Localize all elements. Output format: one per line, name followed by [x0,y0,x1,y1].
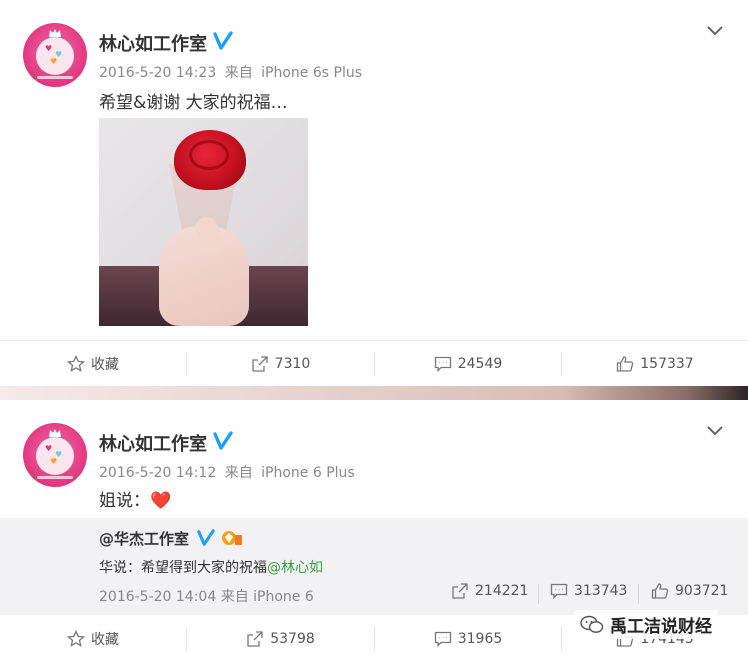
verified-icon [197,529,215,546]
quoted-author-name[interactable]: @华杰工作室 [99,530,189,548]
quoted-meta: 2016-5-20 14:04 来自 iPhone 6 [99,586,314,606]
quoted-text-body: 华说：希望得到大家的祝福 [99,560,267,576]
repost-button[interactable]: 7310 [187,341,374,387]
post-text-body: 姐说： [99,491,150,511]
heart-icon: ♥ [50,57,58,66]
comment-icon [550,583,568,600]
favorite-label: 收藏 [91,357,119,373]
wechat-icon [580,615,604,633]
comment-button[interactable]: 24549 [375,341,561,387]
repost-count: 7310 [274,356,311,372]
post-timestamp[interactable]: 2016-5-20 14:23 [99,65,216,81]
verified-icon [213,431,233,450]
like-count: 157337 [640,356,694,372]
comment-button[interactable]: 31965 [375,616,561,662]
comment-count: 24549 [457,356,503,372]
post-device: iPhone 6s Plus [261,65,363,81]
heart-icon: ♥ [45,44,53,53]
crown-icon [49,29,61,37]
member-badge-icon [222,531,243,545]
star-icon [67,355,85,372]
repost-icon [452,583,468,599]
thumbs-up-icon [617,356,634,372]
like-button[interactable]: 157337 [562,341,748,387]
quoted-author: @华杰工作室 [99,528,243,549]
comment-icon [434,356,451,373]
favorite-label: 收藏 [91,632,119,648]
post-photo[interactable] [99,118,308,326]
author-avatar[interactable]: ♥ ♥ ♥ [23,423,87,487]
quoted-comment-button[interactable]: 313743 [550,582,627,600]
via-label: 来自 [224,65,253,81]
mention-link[interactable]: @林心如 [267,560,323,576]
chevron-down-icon[interactable] [706,25,724,37]
section-divider [0,386,748,400]
quoted-repost-button[interactable]: 214221 [451,582,528,600]
quoted-timestamp[interactable]: 2016-5-20 14:04 [99,589,216,605]
author-name[interactable]: 林心如工作室 [99,430,207,456]
post-meta: 2016-5-20 14:23 来自 iPhone 6s Plus [99,62,366,82]
quoted-like-count: 903721 [675,583,729,599]
repost-count: 53798 [270,631,315,647]
repost-button[interactable]: 53798 [187,616,374,662]
action-bar: 收藏 7310 24549 157337 [0,340,748,386]
weibo-post-1: ♥ ♥ ♥ 林心如工作室 2016-5-20 14:23 来自 iPhone 6… [0,0,748,386]
quoted-text: 华说：希望得到大家的祝福@林心如 [99,557,323,577]
repost-icon [252,356,268,372]
favorite-button[interactable]: 收藏 [0,616,186,662]
heart-icon: ♥ [45,444,53,453]
wechat-watermark: 禹工洁说财经 [574,610,718,639]
quoted-like-button[interactable]: 903721 [651,582,728,600]
via-label: 来自 [220,589,249,605]
author-name[interactable]: 林心如工作室 [99,30,207,56]
heart-icon: ♥ [50,457,58,466]
author-avatar[interactable]: ♥ ♥ ♥ [23,23,87,87]
post-meta: 2016-5-20 14:12 来自 iPhone 6 Plus [99,462,359,482]
post-device: iPhone 6 Plus [261,465,355,481]
repost-icon [247,631,263,647]
star-icon [67,630,85,647]
quoted-repost-count: 214221 [475,583,529,599]
quoted-device: iPhone 6 [253,589,314,605]
chevron-down-icon[interactable] [706,425,724,437]
quoted-comment-count: 313743 [574,583,628,599]
via-label: 来自 [224,465,253,481]
post-timestamp[interactable]: 2016-5-20 14:12 [99,465,216,481]
crown-icon [49,429,61,437]
heart-emoji: ❤️ [150,491,172,511]
post-text: 姐说：❤️ [99,486,171,511]
comment-icon [434,631,451,648]
post-text: 希望&谢谢 大家的祝福… [99,93,288,113]
reposted-weibo[interactable]: @华杰工作室 华说：希望得到大家的祝福@林心如 2016-5-20 14:04 … [0,518,748,615]
watermark-label: 禹工洁说财经 [610,617,712,637]
verified-icon [213,31,233,50]
thumbs-up-icon [651,583,669,599]
comment-count: 31965 [457,631,503,647]
favorite-button[interactable]: 收藏 [0,341,186,387]
